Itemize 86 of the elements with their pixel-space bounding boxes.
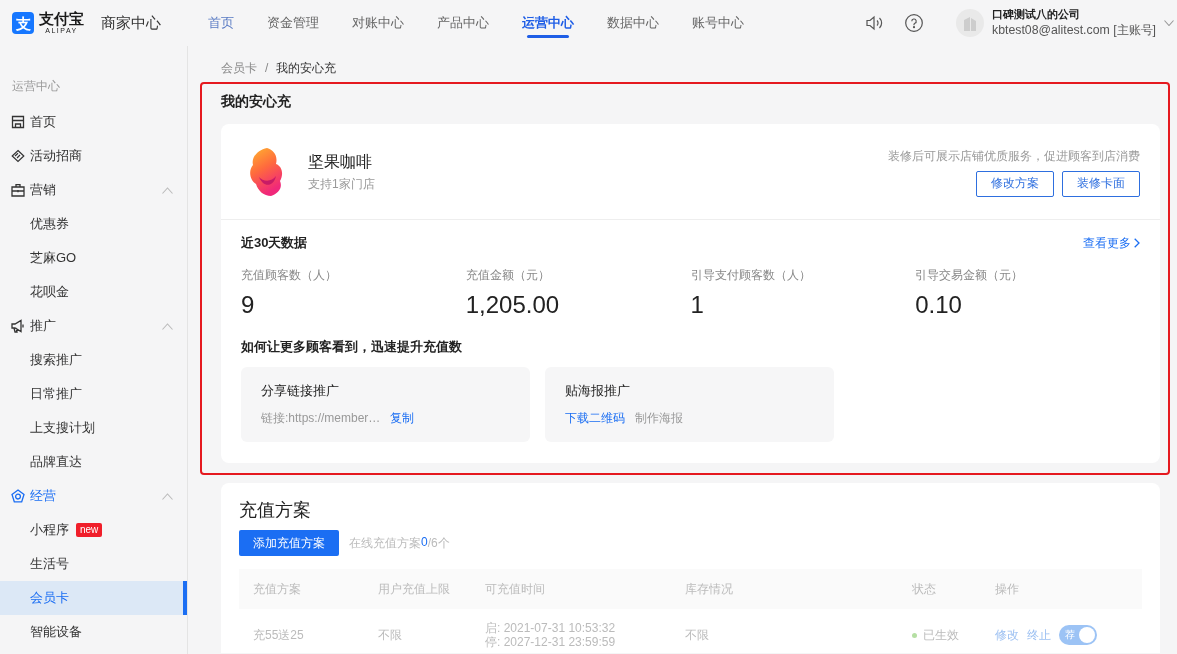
stat-value: 1	[690, 290, 704, 320]
status-text: 已生效	[923, 626, 959, 644]
sidebar-subitem[interactable]: 智能设备	[0, 615, 187, 649]
pentagon-icon	[11, 489, 25, 503]
online-plans-total: /6个	[427, 534, 450, 552]
column-header: 状态	[912, 580, 937, 598]
time-text: 启: 2021-07-31 10:53:32	[485, 621, 616, 635]
column-header: 充值方案	[253, 580, 302, 598]
store-count: 支持1家门店	[308, 176, 375, 192]
column-header: 库存情况	[685, 580, 734, 598]
shop-name: 坚果咖啡	[308, 152, 372, 172]
promo-text: 链接:https://member…	[261, 410, 381, 426]
column-header: 可充值时间	[485, 580, 546, 598]
table-cell-text: 不限	[378, 626, 403, 644]
sidebar-subitem[interactable]: 会员卡	[0, 581, 187, 615]
time-text: 停: 2027-12-31 23:59:59	[485, 635, 616, 649]
breadcrumb-link[interactable]: 会员卡	[221, 60, 257, 76]
stat-label: 引导交易金额（元）	[915, 267, 1024, 283]
table-cell-text: 充55送25	[253, 626, 305, 644]
decorate-hint: 装修后可展示店铺优质服务，促进顾客到店消费	[888, 147, 1140, 164]
stat-value: 9	[241, 290, 255, 320]
sidebar-subitem[interactable]: 搜索推广	[0, 343, 187, 377]
chevron-right-icon	[1134, 238, 1140, 248]
stat-label: 充值金额（元）	[465, 267, 550, 283]
chevron-down-icon[interactable]	[1164, 20, 1174, 26]
nav-tab[interactable]: 产品中心	[437, 0, 489, 46]
breadcrumb-current: 我的安心充	[276, 60, 337, 76]
building-avatar-icon[interactable]	[956, 9, 984, 37]
account-email: kbtest08@alitest.com [主账号]	[992, 22, 1156, 39]
table-cell-text: 不限	[685, 626, 710, 644]
sidebar-group[interactable]: 推广	[0, 309, 187, 343]
sidebar-subitem[interactable]: 生活号	[0, 547, 187, 581]
speaker-icon[interactable]	[866, 15, 883, 31]
promo-link[interactable]: 下载二维码	[565, 410, 625, 426]
nav-tab[interactable]: 数据中心	[607, 0, 659, 46]
sidebar-subitem[interactable]: 上支搜计划	[0, 411, 187, 445]
logo-mark: 支	[12, 12, 34, 34]
stat-label: 充值顾客数（人）	[241, 267, 337, 283]
stat-label: 引导支付顾客数（人）	[690, 267, 811, 283]
online-plans-label: 在线充值方案	[349, 534, 421, 552]
sidebar-group[interactable]: 经营	[0, 479, 187, 513]
section-title: 我的安心充	[221, 92, 292, 111]
sidebar-subitem[interactable]: 品牌直达	[0, 445, 187, 479]
help-icon[interactable]	[905, 14, 923, 32]
plans-title: 充值方案	[239, 499, 312, 522]
nav-tab[interactable]: 运营中心	[522, 0, 574, 46]
stat-value: 0.10	[915, 290, 962, 320]
megaphone-icon	[11, 319, 25, 333]
nav-tab[interactable]: 资金管理	[267, 0, 319, 46]
product-title: 商家中心	[101, 13, 161, 33]
column-header: 操作	[995, 580, 1020, 598]
promotion-title: 如何让更多顾客看到，迅速提升充值数	[241, 338, 463, 356]
online-plans-count: 0	[421, 534, 428, 551]
sidebar-subitem[interactable]: 芝麻GO	[0, 241, 187, 275]
view-more-link[interactable]: 查看更多	[1083, 234, 1140, 252]
nav-tab[interactable]: 首页	[208, 0, 234, 46]
promo-link[interactable]: 复制	[390, 410, 415, 426]
stats-title: 近30天数据	[241, 234, 308, 252]
sidebar-subitem[interactable]: 优惠券	[0, 207, 187, 241]
sidebar-subitem[interactable]: 小程序 new	[0, 513, 187, 547]
chevron-up-icon[interactable]	[162, 322, 173, 330]
promo-title: 贴海报推广	[565, 382, 631, 400]
sidebar-item[interactable]: 首页	[0, 105, 187, 139]
chevron-up-icon[interactable]	[162, 186, 173, 194]
outline-button[interactable]: 修改方案	[976, 170, 1054, 197]
logo-name: 支付宝	[39, 11, 84, 27]
chevron-up-icon[interactable]	[162, 492, 173, 500]
breadcrumb-separator: /	[265, 60, 269, 76]
nav-tab[interactable]: 对账中心	[352, 0, 404, 46]
store-icon	[11, 115, 25, 129]
add-plan-button[interactable]: 添加充值方案	[239, 530, 339, 556]
stat-value: 1,205.00	[465, 290, 560, 320]
company-name: 口碑测试八的公司	[992, 7, 1081, 21]
promo-text: 制作海报	[635, 410, 683, 426]
sidebar-group[interactable]: 营销	[0, 173, 187, 207]
sidebar-subitem[interactable]: 花呗金	[0, 275, 187, 309]
promo-title: 分享链接推广	[261, 382, 340, 400]
briefcase-icon	[11, 183, 25, 197]
outline-button[interactable]: 装修卡面	[1062, 170, 1140, 197]
sidebar-subitem[interactable]: 日常推广	[0, 377, 187, 411]
flame-logo-icon	[247, 147, 285, 197]
sidebar-item[interactable]: 活动招商	[0, 139, 187, 173]
status-badge: new	[76, 523, 103, 537]
diamond-icon	[11, 149, 25, 163]
sidebar-section-title: 运营中心	[12, 78, 61, 94]
nav-tab[interactable]: 账号中心	[692, 0, 744, 46]
